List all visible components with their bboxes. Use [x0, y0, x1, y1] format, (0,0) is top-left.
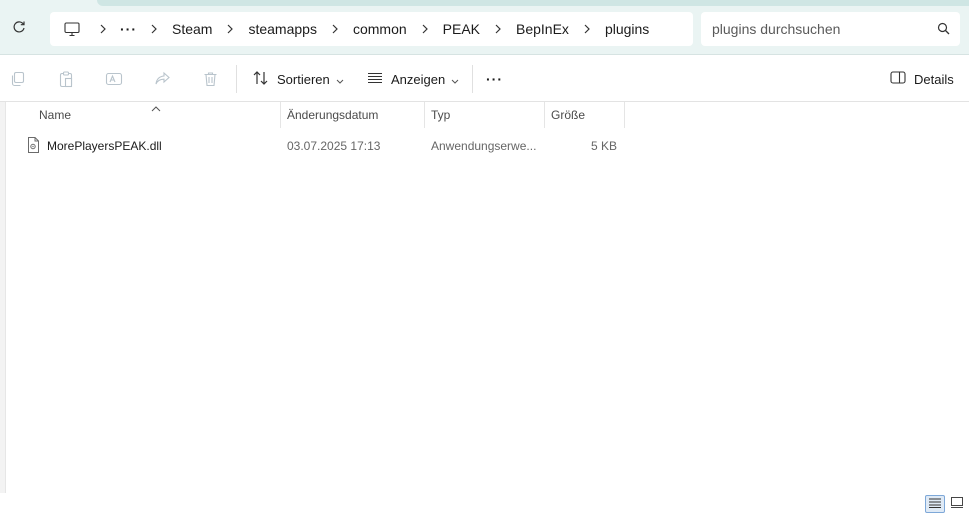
breadcrumb-steam[interactable]: Steam	[163, 12, 221, 46]
details-label: Details	[914, 71, 954, 87]
file-date: 03.07.2025 17:13	[287, 139, 381, 153]
chevron-right-icon[interactable]	[578, 24, 596, 34]
details-pane-button[interactable]: Details	[890, 64, 954, 94]
breadcrumb-steamapps[interactable]: steamapps	[239, 12, 325, 46]
paste-icon[interactable]	[55, 68, 77, 90]
tiles-view-icon	[951, 495, 963, 513]
view-label: Anzeigen	[391, 71, 446, 87]
refresh-icon	[12, 20, 26, 39]
refresh-button[interactable]	[4, 14, 34, 44]
chevron-down-icon	[336, 72, 344, 87]
search-box[interactable]	[701, 12, 960, 46]
chevron-right-icon[interactable]	[145, 24, 163, 34]
column-header-size[interactable]: Größe	[544, 102, 624, 128]
breadcrumb-bepinex[interactable]: BepInEx	[507, 12, 578, 46]
toolbar-divider	[472, 65, 473, 93]
search-icon[interactable]	[937, 22, 950, 40]
chevron-right-icon[interactable]	[489, 24, 507, 34]
column-header-name[interactable]: Name	[32, 102, 280, 128]
toolbar-divider	[236, 65, 237, 93]
file-type: Anwendungserwe...	[431, 139, 537, 153]
navigation-pane-edge[interactable]	[0, 102, 6, 493]
sort-button[interactable]: Sortieren	[253, 64, 344, 94]
share-icon[interactable]	[151, 68, 173, 90]
file-row[interactable]: MorePlayersPEAK.dll 03.07.2025 17:13 Anw…	[6, 134, 969, 158]
more-options-button[interactable]: ···	[486, 64, 503, 94]
status-bar	[0, 493, 969, 513]
file-size: 5 KB	[590, 139, 617, 153]
tiles-view-button[interactable]	[947, 495, 967, 513]
file-name[interactable]: MorePlayersPEAK.dll	[47, 134, 162, 158]
address-bar-area: ··· Steam steamapps common PEAK BepInEx …	[0, 0, 969, 55]
column-header-date[interactable]: Änderungsdatum	[280, 102, 424, 128]
address-box[interactable]: ··· Steam steamapps common PEAK BepInEx …	[50, 12, 693, 46]
more-options-icon: ···	[486, 71, 503, 87]
copy-icon[interactable]	[7, 68, 29, 90]
breadcrumb-common[interactable]: common	[344, 12, 416, 46]
breadcrumb-overflow[interactable]: ···	[112, 12, 145, 46]
chevron-right-icon[interactable]	[326, 24, 344, 34]
column-header-type[interactable]: Typ	[424, 102, 544, 128]
rename-icon[interactable]	[103, 68, 125, 90]
details-view-button[interactable]	[925, 495, 945, 513]
column-divider[interactable]	[624, 102, 625, 128]
this-pc-icon[interactable]	[50, 12, 94, 46]
delete-icon[interactable]	[199, 68, 221, 90]
breadcrumb-plugins[interactable]: plugins	[596, 12, 658, 46]
details-pane-icon	[890, 71, 906, 87]
chevron-down-icon	[451, 72, 459, 87]
chevron-right-icon[interactable]	[94, 24, 112, 34]
details-view-icon	[929, 495, 941, 513]
chevron-right-icon[interactable]	[416, 24, 434, 34]
search-input[interactable]	[712, 21, 927, 37]
view-button[interactable]: Anzeigen	[367, 64, 459, 94]
breadcrumb-peak[interactable]: PEAK	[434, 12, 489, 46]
sort-label: Sortieren	[277, 71, 330, 87]
chevron-right-icon[interactable]	[221, 24, 239, 34]
column-header-row: Name Änderungsdatum Typ Größe	[6, 102, 969, 128]
tab-strip	[97, 0, 969, 6]
view-list-icon	[367, 72, 383, 87]
command-bar: Sortieren Anzeigen ··· Details	[0, 56, 969, 102]
sort-icon	[253, 70, 269, 88]
dll-file-icon	[27, 137, 40, 156]
